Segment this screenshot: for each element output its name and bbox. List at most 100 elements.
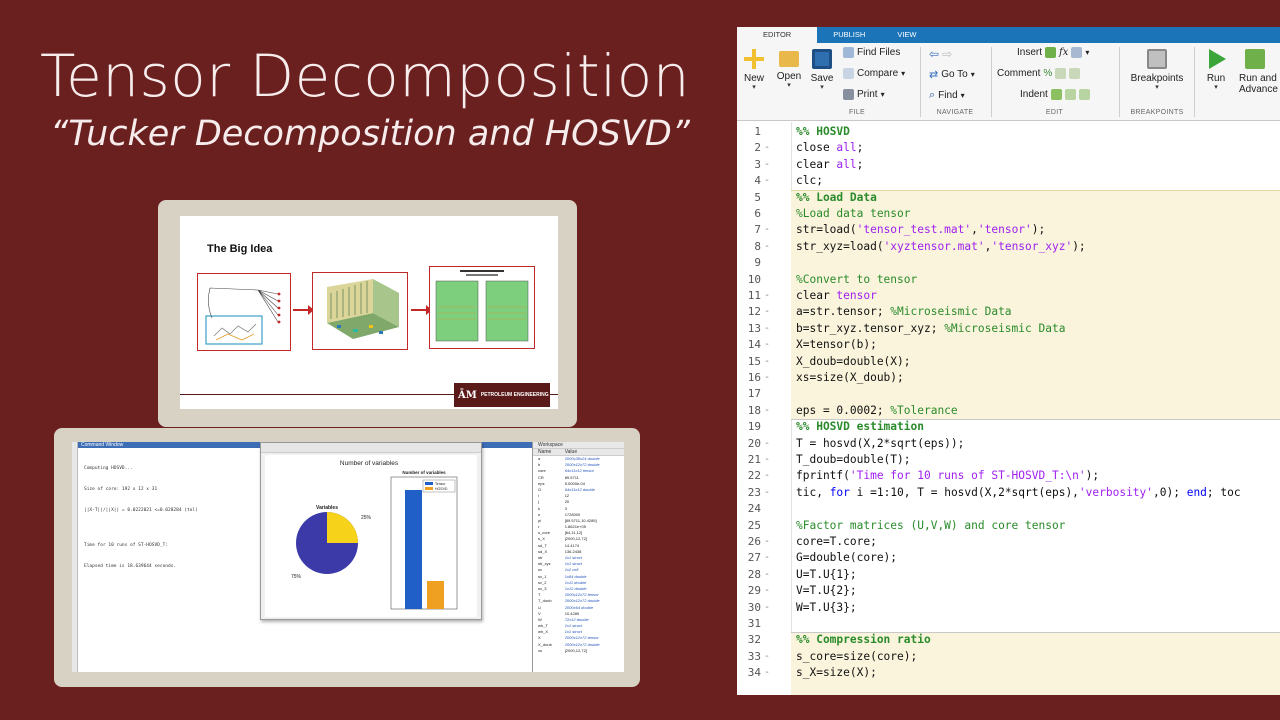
comment-button[interactable]: Comment%	[997, 68, 1081, 79]
tamu-logo-mark: ĀM	[458, 389, 477, 401]
code-line[interactable]: 29- V=T.U{2};	[737, 583, 1280, 599]
executable-line-marker[interactable]: -	[764, 403, 772, 419]
code-line[interactable]: 24	[737, 501, 1280, 517]
executable-line-marker[interactable]: -	[764, 452, 772, 468]
code-line[interactable]: 17	[737, 386, 1280, 402]
line-number: 31	[747, 617, 761, 630]
executable-line-marker[interactable]: -	[764, 354, 772, 370]
executable-line-marker[interactable]: -	[764, 157, 772, 173]
line-number: 8	[754, 239, 761, 253]
print-button[interactable]: Print ▾	[843, 89, 885, 100]
code-line[interactable]: 3- clear all;	[737, 157, 1280, 173]
executable-line-marker[interactable]: -	[764, 370, 772, 386]
executable-line-marker[interactable]: -	[764, 222, 772, 238]
tab-view[interactable]: VIEW	[881, 27, 932, 43]
code-line[interactable]: 18- eps = 0.0002; %Tolerance	[737, 403, 1280, 419]
slide-diagram-box-1	[197, 273, 291, 351]
run-button[interactable]: Run ▾	[1201, 49, 1231, 92]
code-line[interactable]: 19 %% HOSVD estimation	[737, 419, 1280, 435]
go-to-button[interactable]: ⇄ Go To ▾	[929, 68, 975, 81]
code-line[interactable]: 13- b=str_xyz.tensor_xyz; %Microseismic D…	[737, 321, 1280, 337]
code-line[interactable]: 10 %Convert to tensor	[737, 272, 1280, 288]
executable-line-marker[interactable]: -	[764, 140, 772, 156]
save-button[interactable]: Save ▾	[807, 49, 837, 92]
code-line[interactable]: 31	[737, 616, 1280, 632]
workspace-header: Workspace	[533, 442, 624, 449]
line-number: 21	[747, 453, 761, 466]
file-section-label: FILE	[849, 109, 865, 116]
code-line[interactable]: 1 %% HOSVD	[737, 124, 1280, 140]
code-line[interactable]: 30- W=T.U{3};	[737, 600, 1280, 616]
code-line[interactable]: 9	[737, 255, 1280, 271]
find-files-icon	[843, 47, 854, 58]
code-line[interactable]: 33- s_core=size(core);	[737, 649, 1280, 665]
code-line[interactable]: 22- fprintf('Time for 10 runs of ST-HOSVD…	[737, 468, 1280, 484]
line-number: 11	[747, 289, 761, 302]
nav-arrows[interactable]: ⇦ ⇨	[929, 47, 952, 61]
code-line[interactable]: 23- tic, for i =1:10, T = hosvd(X,2*sqrt(…	[737, 485, 1280, 501]
compare-button[interactable]: Compare ▾	[843, 68, 905, 79]
run-and-advance-button[interactable]: Run and Advance	[1239, 49, 1280, 95]
code-line[interactable]: 20- T = hosvd(X,2*sqrt(eps));	[737, 436, 1280, 452]
line-number: 27	[747, 551, 761, 565]
executable-line-marker[interactable]: -	[764, 567, 772, 583]
tab-editor[interactable]: EDITOR	[737, 27, 818, 43]
line-number: 19	[747, 420, 761, 434]
workspace-col-name[interactable]: Name	[533, 449, 565, 455]
code-line[interactable]: 8- str_xyz=load('xyztensor.mat','tensor_x…	[737, 239, 1280, 255]
code-text: str=load('tensor_test.mat','tensor');	[796, 223, 1046, 237]
executable-line-marker[interactable]: -	[764, 550, 772, 566]
code-line[interactable]: 16- xs=size(X_doub);	[737, 370, 1280, 386]
indent-button[interactable]: Indent	[1020, 89, 1090, 100]
executable-line-marker[interactable]: -	[764, 583, 772, 599]
executable-line-marker[interactable]: -	[764, 436, 772, 452]
executable-line-marker[interactable]: -	[764, 321, 772, 337]
slide-arrow-1	[293, 305, 314, 315]
line-number: 1	[754, 125, 761, 138]
code-line[interactable]: 11- clear tensor	[737, 288, 1280, 304]
code-line[interactable]: 34- s_X=size(X);	[737, 665, 1280, 681]
code-line[interactable]: 6 %Load data tensor	[737, 206, 1280, 222]
workspace-col-value[interactable]: Value	[565, 449, 624, 455]
executable-line-marker[interactable]: -	[764, 468, 772, 484]
code-line[interactable]: 4- clc;	[737, 173, 1280, 189]
find-button[interactable]: ⌕ Find ▾	[929, 89, 965, 102]
command-window-side-tab[interactable]	[72, 442, 78, 672]
line-number: 30	[747, 600, 761, 614]
code-line[interactable]: 12- a=str.tensor; %Microseismic Data	[737, 304, 1280, 320]
executable-line-marker[interactable]: -	[764, 534, 772, 550]
go-to-icon: ⇄	[929, 69, 939, 81]
code-line[interactable]: 15- X_doub=double(X);	[737, 354, 1280, 370]
code-line[interactable]: 7- str=load('tensor_test.mat','tensor');	[737, 222, 1280, 238]
code-line[interactable]: 2- close all;	[737, 140, 1280, 156]
code-editor[interactable]: 1%% HOSVD 2- close all; 3- clear all; 4- clc; 5…	[737, 122, 1280, 695]
open-button[interactable]: Open ▾	[774, 49, 804, 90]
code-line[interactable]: 32 %% Compression ratio	[737, 632, 1280, 648]
legend-label-tensor: Tensor	[435, 482, 446, 486]
executable-line-marker[interactable]: -	[764, 649, 772, 665]
figure-window[interactable]: Number of variables Variables 25% 75% Nu…	[260, 442, 482, 620]
code-line[interactable]: 25 %Factor matrices (U,V,W) and core tens…	[737, 518, 1280, 534]
executable-line-marker[interactable]: -	[764, 337, 772, 353]
tab-publish[interactable]: PUBLISH	[817, 27, 881, 43]
code-line[interactable]: 14- X=tensor(b);	[737, 337, 1280, 353]
code-line[interactable]: 5 %% Load Data	[737, 190, 1280, 206]
executable-line-marker[interactable]: -	[764, 173, 772, 189]
executable-line-marker[interactable]: -	[764, 600, 772, 616]
code-line[interactable]: 26- core=T.core;	[737, 534, 1280, 550]
insert-button[interactable]: Insert fx ▾	[1017, 47, 1089, 58]
executable-line-marker[interactable]: -	[764, 304, 772, 320]
code-line[interactable]: 27- G=double(core);	[737, 550, 1280, 566]
code-line[interactable]: 21- T_doub=double(T);	[737, 452, 1280, 468]
executable-line-marker[interactable]: -	[764, 288, 772, 304]
new-button[interactable]: New ▾	[739, 49, 769, 92]
executable-line-marker[interactable]: -	[764, 239, 772, 255]
breakpoints-button[interactable]: Breakpoints ▾	[1123, 49, 1191, 92]
executable-line-marker[interactable]: -	[764, 665, 772, 681]
seismic-sketch-icon	[205, 287, 281, 345]
workspace-row[interactable]: xs [2000,12,72]	[533, 648, 624, 654]
executable-line-marker[interactable]: -	[764, 485, 772, 501]
find-files-button[interactable]: Find Files	[843, 47, 900, 58]
fx-icon: fx	[1059, 47, 1069, 58]
code-line[interactable]: 28- U=T.U{1};	[737, 567, 1280, 583]
